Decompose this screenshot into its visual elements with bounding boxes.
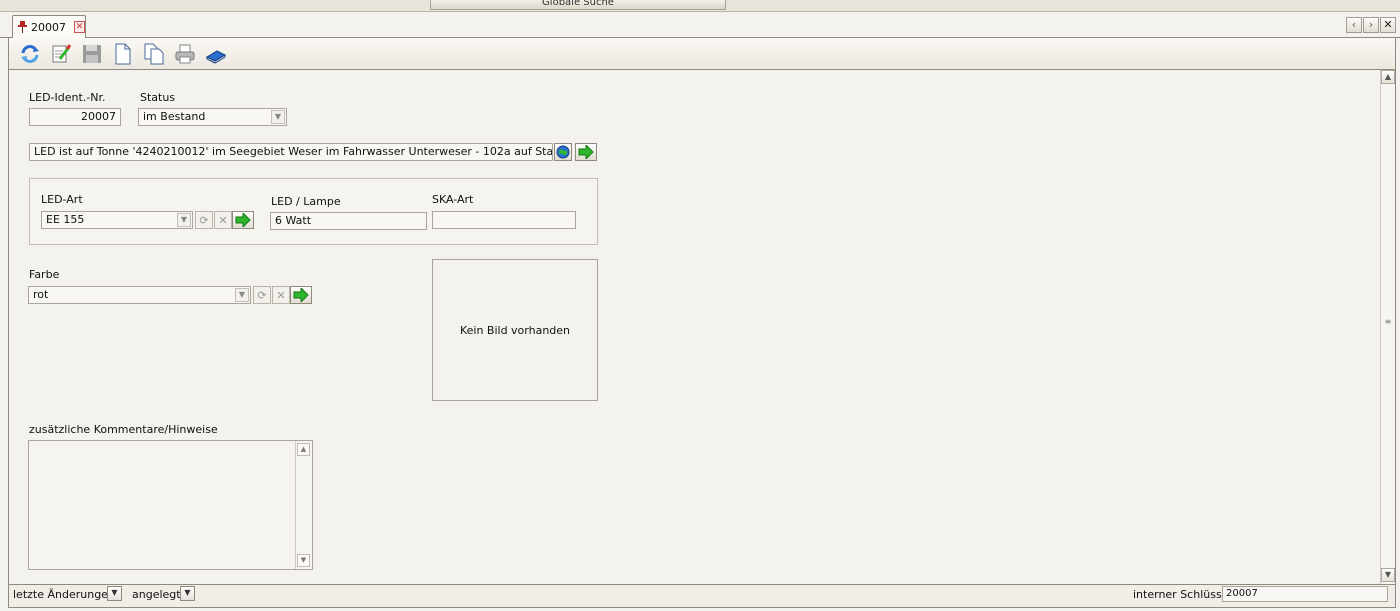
edit-icon[interactable] [50,43,72,65]
comments-scroll-down-icon[interactable]: ▼ [297,554,310,567]
led-lampe-label: LED / Lampe [271,195,341,208]
chevron-down-icon: ▼ [184,588,191,597]
farbe-reset-button[interactable]: ⟳ [253,286,271,304]
led-art-select[interactable]: EE 155 ▼ [41,211,193,229]
chevron-down-icon[interactable]: ▼ [177,213,191,227]
led-art-label: LED-Art [41,193,83,206]
navigate-arrow-button[interactable] [575,143,597,161]
toolbar [8,38,1396,70]
created-label: angelegt [132,588,181,601]
farbe-value: rot [33,288,49,301]
tab-next-button[interactable]: › [1363,17,1379,33]
status-value: im Bestand [143,110,206,123]
ska-art-label: SKA-Art [432,193,474,206]
refresh-icon[interactable] [19,43,41,65]
chevron-down-icon: ▼ [111,588,118,597]
led-art-reset-button[interactable]: ⟳ [195,211,213,229]
arrow-right-icon [293,288,309,302]
scroll-down-icon[interactable]: ▼ [1381,568,1395,582]
chevron-down-icon[interactable]: ▼ [271,110,285,124]
location-message-field: LED ist auf Tonne '4240210012' im Seegeb… [29,143,553,161]
tab-prev-button[interactable]: ‹ [1346,17,1362,33]
new-document-icon[interactable] [112,43,134,65]
save-icon[interactable] [81,43,103,65]
global-search-tab[interactable]: Globale Suche [430,0,726,10]
led-art-value: EE 155 [46,213,85,226]
farbe-select[interactable]: rot ▼ [28,286,251,304]
clear-icon: ✕ [276,288,286,302]
last-changes-label: letzte Änderungen [13,588,115,601]
chevron-down-icon[interactable]: ▼ [235,288,249,302]
comments-scroll-up-icon[interactable]: ▲ [297,443,310,456]
scroll-up-icon[interactable]: ▲ [1381,70,1395,84]
internal-key-label: interner Schlüssel [1133,588,1232,601]
tab-close-icon[interactable]: ✕ [74,21,85,33]
vertical-scrollbar[interactable] [1380,70,1395,584]
arrow-right-icon [578,145,594,159]
last-changes-dropdown[interactable]: ▼ [107,586,122,601]
comments-textarea[interactable] [28,440,313,570]
book-icon[interactable] [205,43,227,65]
globe-button[interactable] [554,143,572,161]
internal-key-field: 20007 [1222,586,1388,602]
status-select[interactable]: im Bestand ▼ [138,108,287,126]
ska-art-field[interactable] [432,211,576,229]
reload-icon: ⟳ [257,288,267,302]
clear-icon: ✕ [218,213,228,227]
status-label: Status [140,91,176,104]
print-icon[interactable] [174,43,196,65]
tab-title: 20007 [31,20,66,34]
led-ident-field[interactable]: 20007 [29,108,121,126]
comments-label: zusätzliche Kommentare/Hinweise [29,423,218,436]
window-close-button[interactable]: ✕ [1380,17,1396,33]
document-tab[interactable]: 20007 ✕ [12,15,86,38]
globe-icon [556,145,570,159]
comments-scrollbar[interactable] [295,441,312,569]
farbe-clear-button[interactable]: ✕ [272,286,290,304]
farbe-open-button[interactable] [290,286,312,304]
arrow-right-icon [235,213,251,227]
pin-icon [18,21,27,33]
reload-icon: ⟳ [199,213,209,227]
created-dropdown[interactable]: ▼ [180,586,195,601]
copy-document-icon[interactable] [143,43,165,65]
tab-bar [0,12,1400,38]
scroll-grip-icon[interactable]: ≡ [1383,318,1393,326]
image-placeholder-text: Kein Bild vorhanden [459,323,571,337]
led-art-clear-button[interactable]: ✕ [214,211,232,229]
led-art-open-button[interactable] [232,211,254,229]
image-placeholder[interactable]: Kein Bild vorhanden [432,259,598,401]
farbe-label: Farbe [29,268,60,281]
led-lampe-field[interactable]: 6 Watt [270,212,427,230]
led-ident-label: LED-Ident.-Nr. [29,91,106,104]
